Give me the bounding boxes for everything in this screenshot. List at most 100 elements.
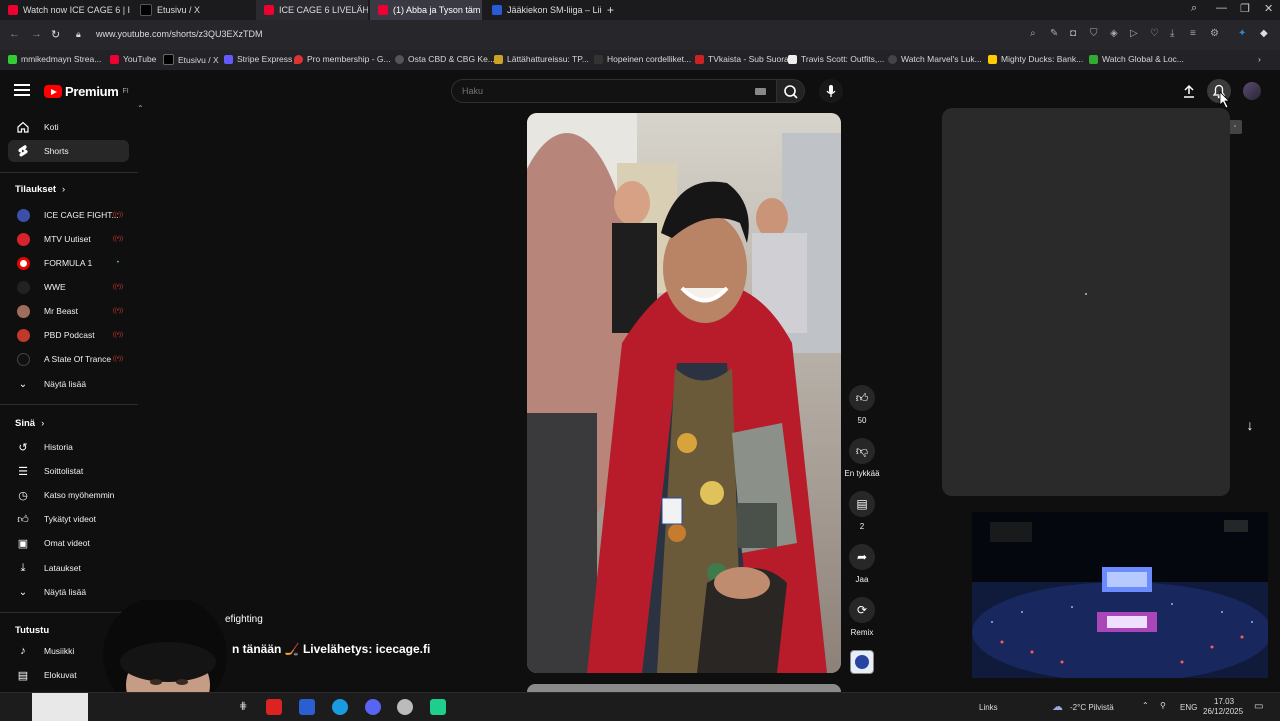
- bookmark[interactable]: Travis Scott: Outfits,...: [788, 54, 884, 64]
- bookmark[interactable]: YouTube: [110, 54, 156, 64]
- bookmark[interactable]: Watch Global & Loc...: [1089, 54, 1184, 64]
- bookmark[interactable]: TVkaista - Sub Suora: [695, 54, 789, 64]
- sound-thumbnail[interactable]: [850, 650, 874, 674]
- browser-tab[interactable]: Etusivu / X: [132, 0, 252, 20]
- reload-icon[interactable]: ↻: [51, 28, 60, 41]
- subscriptions-heading[interactable]: Tilaukset ›: [15, 184, 65, 195]
- subscription-asot[interactable]: A State Of Trance ((•)): [8, 348, 129, 370]
- bookmark[interactable]: Mighty Ducks: Bank...: [988, 54, 1083, 64]
- bookmark[interactable]: Watch Marvel's Luk...: [888, 54, 982, 64]
- menu-icon[interactable]: [14, 84, 30, 98]
- weather-text[interactable]: -2°C Pilvistä: [1070, 703, 1114, 712]
- chevron-up-icon[interactable]: ⌃: [1142, 701, 1149, 710]
- taskbar-search-box[interactable]: [32, 693, 88, 721]
- heart-icon[interactable]: ♡: [1150, 29, 1160, 39]
- keyboard-icon[interactable]: [755, 88, 766, 95]
- clock-time[interactable]: 17.03: [1214, 697, 1234, 706]
- wallet-icon[interactable]: ◈: [1110, 29, 1120, 39]
- bookmark[interactable]: Lättähattureissu: TP...: [494, 54, 589, 64]
- app-icon[interactable]: [397, 699, 413, 715]
- task-view-icon[interactable]: ⋕: [239, 701, 247, 712]
- opera-icon[interactable]: [266, 699, 282, 715]
- download-icon[interactable]: ⤓: [1170, 29, 1180, 39]
- remix-button[interactable]: ⟳ Remix: [848, 597, 876, 637]
- show-more-subscriptions[interactable]: ⌄ Näytä lisää: [8, 373, 129, 395]
- edge-icon[interactable]: [332, 699, 348, 715]
- network-icon[interactable]: ⚲: [1160, 701, 1166, 710]
- forward-icon[interactable]: →: [31, 28, 42, 40]
- youtube-premium-logo[interactable]: Premium FI: [44, 84, 129, 99]
- dislike-label: En tykkää: [844, 469, 880, 478]
- scroll-up-icon[interactable]: ⌃: [137, 104, 144, 113]
- sidebar-item-downloads[interactable]: ⤓ Lataukset: [8, 557, 129, 579]
- sidebar-item-watch-later[interactable]: ◷ Katso myöhemmin: [8, 484, 129, 506]
- links-toolbar[interactable]: Links: [979, 703, 998, 712]
- tab-label: (1) Abba ja Tyson täm: [393, 5, 481, 15]
- back-icon[interactable]: ←: [9, 28, 20, 40]
- subscription-pbd[interactable]: PBD Podcast ((•)): [8, 324, 129, 346]
- search-input[interactable]: [460, 85, 744, 97]
- avatar[interactable]: [1243, 82, 1261, 100]
- menu-icon[interactable]: ≡: [1190, 29, 1200, 39]
- browser-tab[interactable]: Jääkiekon SM-liiga – Liig: [484, 0, 602, 20]
- maximize-icon[interactable]: ❐: [1240, 2, 1250, 15]
- browser-tab[interactable]: ICE CAGE 6 LIVELÄHET: [256, 0, 368, 20]
- bookmark-label: Hopeinen cordelliket...: [607, 54, 692, 64]
- sidebar-item-your-videos[interactable]: ▣ Omat videot: [8, 532, 129, 554]
- sidebar-item-playlists[interactable]: ☰ Soittolistat: [8, 460, 129, 482]
- video-frame: [527, 113, 841, 673]
- notification-center-icon[interactable]: ▭: [1254, 701, 1263, 712]
- like-button[interactable]: 👍︎ 50: [848, 385, 876, 425]
- sidebar-item-history[interactable]: ↺ Historia: [8, 436, 129, 458]
- subscription-mtv[interactable]: MTV Uutiset ((•)): [8, 228, 129, 250]
- shorts-video-player[interactable]: [527, 113, 841, 673]
- bookmark[interactable]: Pro membership - G...: [294, 54, 391, 64]
- settings-icon[interactable]: ⚙: [1210, 29, 1220, 39]
- voice-search-button[interactable]: [819, 79, 843, 103]
- you-heading[interactable]: Sinä ›: [15, 418, 44, 429]
- shield-icon[interactable]: ⛉: [1090, 29, 1100, 39]
- new-tab-button[interactable]: +: [603, 0, 619, 20]
- close-icon[interactable]: ✕: [1264, 2, 1273, 15]
- film-icon: ▤: [17, 669, 29, 682]
- subscription-mrbeast[interactable]: Mr Beast ((•)): [8, 300, 129, 322]
- upload-icon[interactable]: [1181, 83, 1197, 99]
- share-button[interactable]: ➦ Jaa: [848, 544, 876, 584]
- search-page-icon[interactable]: ⌕: [1030, 29, 1040, 39]
- app-icon[interactable]: [299, 699, 315, 715]
- live-icon: ((•)): [112, 284, 123, 290]
- bookmark[interactable]: Stripe Express: [224, 54, 292, 64]
- browser-tab-active[interactable]: (1) Abba ja Tyson täm: [370, 0, 482, 20]
- edit-icon[interactable]: ✎: [1050, 29, 1060, 39]
- watch-later-icon: ◷: [18, 489, 28, 502]
- bookmark-label: Travis Scott: Outfits,...: [801, 54, 885, 64]
- next-video-arrow-icon[interactable]: ↓: [1240, 417, 1260, 437]
- more-bookmarks-icon[interactable]: ›: [1258, 54, 1261, 64]
- send-icon[interactable]: ▷: [1130, 29, 1140, 39]
- bookmark[interactable]: Etusivu / X: [163, 54, 219, 65]
- dislike-button[interactable]: 👎︎ En tykkää: [844, 438, 880, 478]
- ai-icon[interactable]: ✦: [1238, 29, 1248, 39]
- sidebar-item-liked[interactable]: 👍︎ Tykätyt videot: [8, 508, 129, 530]
- extensions-icon[interactable]: ◆: [1260, 29, 1270, 39]
- clock-date[interactable]: 26/12/2025: [1203, 707, 1243, 716]
- subscription-f1[interactable]: FORMULA 1 •: [8, 252, 129, 274]
- bookmark[interactable]: Hopeinen cordelliket...: [594, 54, 691, 64]
- sidebar-item-shorts[interactable]: Shorts: [8, 140, 129, 162]
- comments-button[interactable]: ▤ 2: [848, 491, 876, 531]
- bookmark[interactable]: Osta CBD & CBG Ke...: [395, 54, 495, 64]
- bookmark[interactable]: mmikedmayn Strea...: [8, 54, 101, 64]
- camera-icon[interactable]: ◘: [1070, 29, 1080, 39]
- sidebar-item-home[interactable]: Koti: [8, 116, 129, 138]
- discord-icon[interactable]: [365, 699, 381, 715]
- subscription-wwe[interactable]: WWE ((•)): [8, 276, 129, 298]
- explore-heading: Tutustu: [15, 625, 49, 636]
- url-field[interactable]: www.youtube.com/shorts/z3QU3EXzTDM: [96, 29, 263, 39]
- minimize-icon[interactable]: —: [1216, 2, 1227, 14]
- browser-tab[interactable]: Watch now ICE CAGE 6 | I: [0, 0, 132, 20]
- subscription-ice-cage[interactable]: ICE CAGE FIGHT... ((•)): [8, 204, 129, 226]
- search-button[interactable]: [777, 79, 805, 103]
- app-icon[interactable]: [430, 699, 446, 715]
- language-indicator[interactable]: ENG: [1180, 703, 1197, 712]
- search-tabs-icon[interactable]: ⌕: [1191, 2, 1197, 15]
